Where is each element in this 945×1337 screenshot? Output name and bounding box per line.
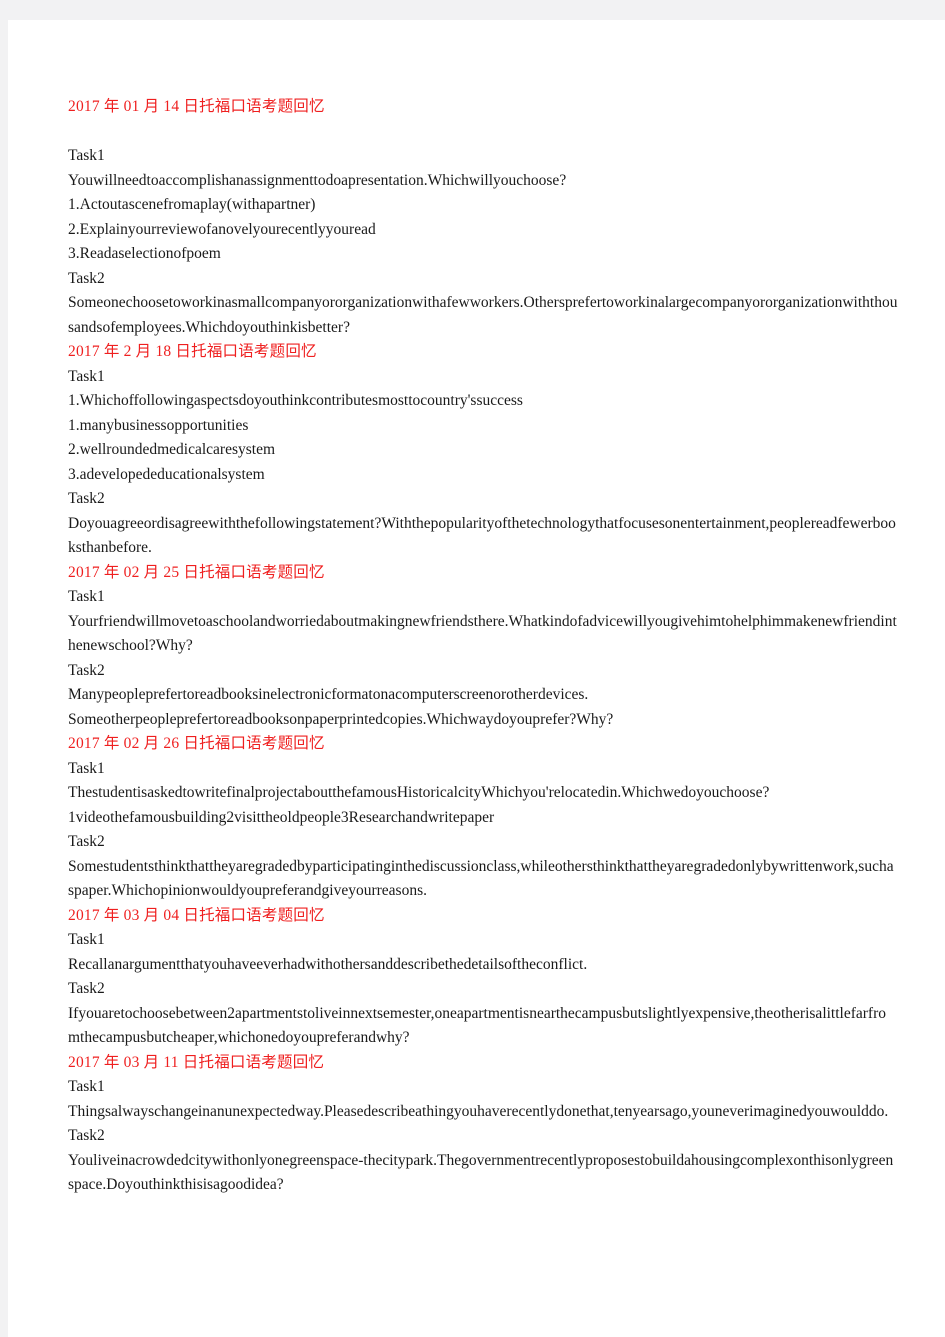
task-option: 3.adevelopededucationalsystem [68,465,265,483]
section-2017-01-14: 2017 年 01 月 14 日托福口语考题回忆 Task1 Youwillne… [68,95,898,340]
task-prompt: Youwillneedtoaccomplishanassignmenttodoa… [68,171,567,189]
section-heading: 2017 年 2 月 18 日托福口语考题回忆 [68,343,317,360]
task-label: Task2 [68,269,105,287]
task-prompt: Youliveinacrowdedcitywithonlyonegreenspa… [68,1151,894,1194]
section-2017-02-18: 2017 年 2 月 18 日托福口语考题回忆 Task1 1.Whichoff… [68,340,898,561]
task-label: Task2 [68,490,105,507]
task-prompt: Thestudentisaskedtowritefinalprojectabou… [68,784,770,801]
section-heading: 2017 年 01 月 14 日托福口语考题回忆 [68,98,325,115]
task-label: Task2 [68,980,105,997]
task-prompt: Doyouagreeordisagreewiththefollowingstat… [68,514,896,557]
task-prompt: Yourfriendwillmovetoaschoolandworriedabo… [68,612,897,655]
task-prompt: Manypeopleprefertoreadbooksinelectronicf… [68,686,589,703]
section-heading: 2017 年 03 月 04 日托福口语考题回忆 [68,906,325,924]
task-prompt: Recallanargumentthatyouhaveeverhadwithot… [68,955,588,973]
task-option: 2.Explainyourreviewofanovelyourecentlyyo… [68,220,376,238]
task-label: Task2 [68,661,105,679]
task-prompt: Someonechoosetoworkinasmallcompanyororga… [68,294,898,336]
task-label: Task1 [68,759,105,777]
task-label: Task2 [68,1127,105,1144]
task-label: Task1 [68,931,105,948]
section-heading: 2017 年 02 月 26 日托福口语考题回忆 [68,735,325,752]
section-2017-02-25: 2017 年 02 月 25 日托福口语考题回忆 Task1 Yourfrien… [68,561,898,733]
task-prompt: Ifyouaretochoosebetween2apartmentstolive… [68,1004,887,1047]
task-option: 1.manybusinessopportunities [68,416,249,434]
task-option: 1.Actoutascenefromaplay(withapartner) [68,196,316,213]
section-heading: 2017 年 03 月 11 日托福口语考题回忆 [68,1053,325,1071]
section-2017-02-26: 2017 年 02 月 26 日托福口语考题回忆 Task1 Thestuden… [68,732,898,904]
task-prompt: Someotherpeopleprefertoreadbooksonpaperp… [68,710,614,728]
task-prompt: Thingsalwayschangeinanunexpectedway.Plea… [68,1102,889,1120]
task-label: Task1 [68,588,105,605]
task-label: Task1 [68,1078,105,1095]
section-2017-03-04: 2017 年 03 月 04 日托福口语考题回忆 Task1 Recallana… [68,904,898,1051]
task-prompt: 1.Whichoffollowingaspectsdoyouthinkcontr… [68,392,523,409]
section-heading: 2017 年 02 月 25 日托福口语考题回忆 [68,563,325,581]
task-label: Task2 [68,833,105,850]
task-option: 1videothefamousbuilding2visittheoldpeopl… [68,808,495,826]
task-prompt: Somestudentsthinkthattheyaregradedbypart… [68,857,894,900]
document-page: 2017 年 01 月 14 日托福口语考题回忆 Task1 Youwillne… [8,20,945,1337]
task-label: Task1 [68,147,105,164]
task-label: Task1 [68,367,105,385]
task-option: 3.Readaselectionofpoem [68,245,221,262]
task-option: 2.wellroundedmedicalcaresystem [68,441,276,458]
section-2017-03-11: 2017 年 03 月 11 日托福口语考题回忆 Task1 Thingsalw… [68,1051,898,1198]
document-content: 2017 年 01 月 14 日托福口语考题回忆 Task1 Youwillne… [68,95,898,1198]
